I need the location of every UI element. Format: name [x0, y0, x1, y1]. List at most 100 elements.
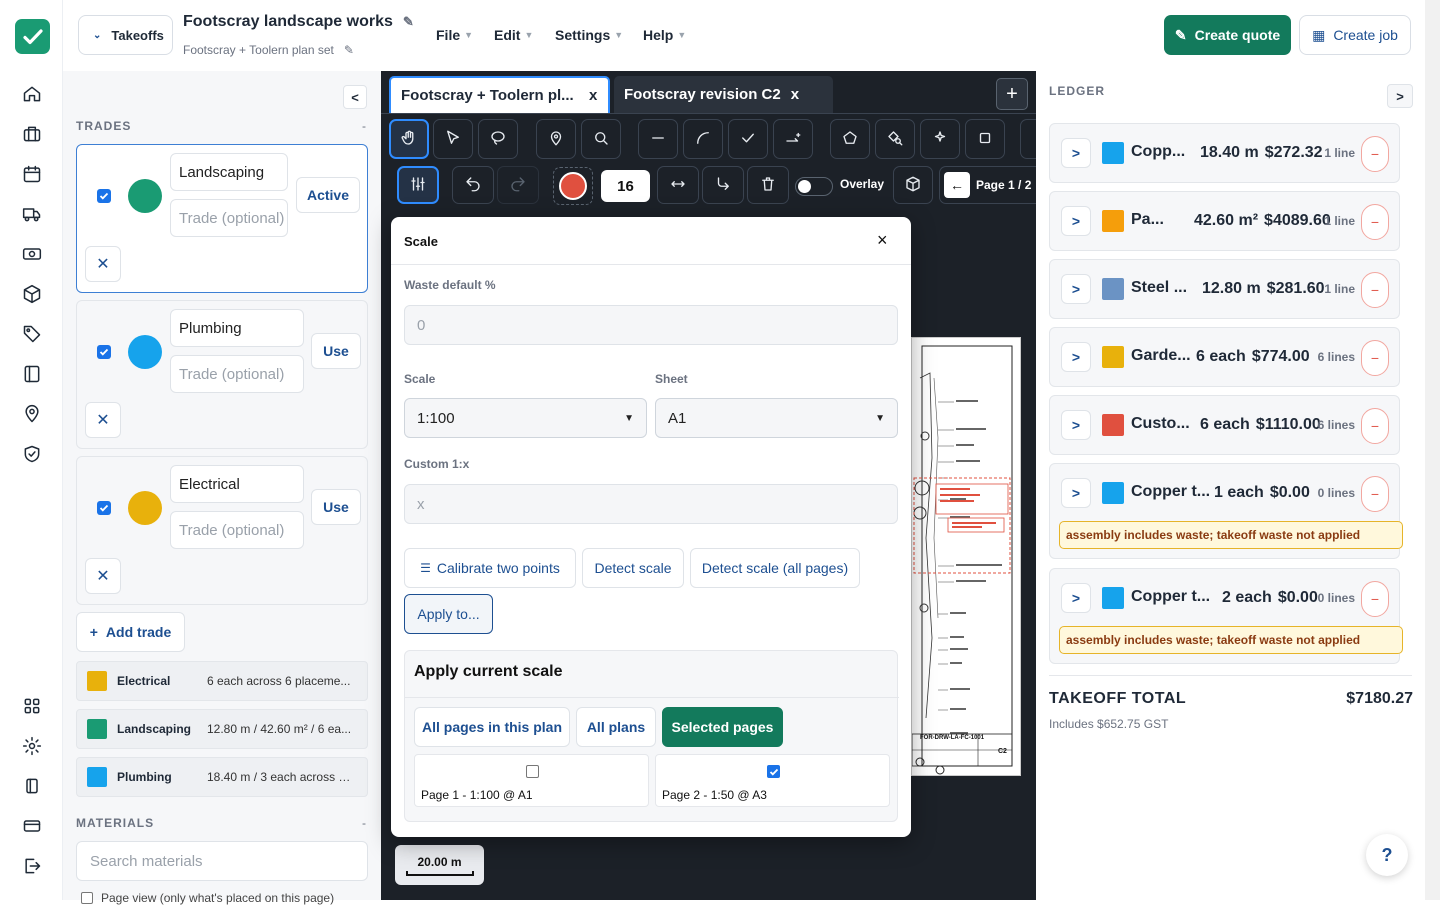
ledger-row[interactable]: > Copper t... 1 each $0.00 0 lines − assembly … — [1049, 463, 1403, 559]
apply-all-plans-button[interactable]: All plans — [576, 707, 656, 747]
delete-button[interactable] — [747, 166, 789, 204]
trade-card-plumbing[interactable]: Plumbing Trade (optional) Use ✕ — [76, 300, 368, 449]
trade-optional-input[interactable]: Trade (optional) — [170, 511, 304, 549]
trade-summary-row[interactable]: Plumbing 18.40 m / 3 each across 1... — [76, 757, 368, 797]
page-option-1[interactable]: Page 1 - 1:100 @ A1 — [414, 754, 649, 807]
box-icon[interactable] — [20, 282, 44, 306]
pin-tool[interactable] — [536, 119, 576, 159]
trade-color-swatch[interactable] — [128, 179, 162, 213]
apply-to-button[interactable]: Apply to... — [404, 594, 493, 634]
area-search-tool[interactable] — [875, 119, 915, 159]
menu-edit[interactable]: Edit ▼ — [494, 27, 533, 43]
trade-card-electrical[interactable]: Electrical Trade (optional) Use ✕ — [76, 456, 368, 605]
calendar-icon[interactable] — [20, 162, 44, 186]
expand-row-button[interactable]: > — [1061, 138, 1091, 168]
plan-sheet[interactable]: FOR-DRW-LA-FC-1001 C2 — [911, 337, 1021, 776]
trade-color-swatch[interactable] — [128, 335, 162, 369]
zoom-tool[interactable] — [581, 119, 621, 159]
select-tool[interactable] — [433, 119, 473, 159]
custom-scale-input[interactable]: x — [404, 484, 898, 524]
expand-row-button[interactable]: > — [1061, 583, 1091, 613]
materials-collapse-toggle[interactable]: - — [362, 816, 366, 830]
search-materials-input[interactable]: Search materials — [76, 841, 368, 881]
credit-card-icon[interactable] — [20, 814, 44, 838]
arc-tool[interactable] — [683, 119, 723, 159]
page-2-checkbox[interactable] — [767, 765, 780, 778]
add-trade-button[interactable]: + Add trade — [76, 612, 185, 652]
expand-row-button[interactable]: > — [1061, 206, 1091, 236]
area-polygon-tool[interactable] — [830, 119, 870, 159]
takeoffs-dropdown[interactable]: ⌄ Takeoffs — [78, 15, 173, 55]
trade-active-button[interactable]: Active — [296, 177, 360, 213]
tab-footscray-toolern[interactable]: Footscray + Toolern pl... x — [389, 76, 610, 113]
briefcase-icon[interactable] — [20, 122, 44, 146]
trade-optional-input[interactable]: Trade (optional) — [170, 355, 304, 393]
auto-detect-tool[interactable] — [920, 119, 960, 159]
cash-icon[interactable] — [20, 242, 44, 266]
trades-collapse-toggle[interactable]: - — [362, 119, 366, 133]
previous-page-arrow-icon[interactable]: ← — [944, 172, 970, 198]
check-tool[interactable] — [728, 119, 768, 159]
remove-trade-button[interactable]: ✕ — [85, 246, 121, 282]
home-icon[interactable] — [20, 82, 44, 106]
location-pin-icon[interactable] — [20, 402, 44, 426]
expand-row-button[interactable]: > — [1061, 478, 1091, 508]
3d-view-button[interactable] — [893, 166, 933, 204]
trade-name-input[interactable]: Electrical — [170, 465, 304, 503]
create-quote-button[interactable]: ✎ Create quote — [1164, 15, 1291, 55]
remove-row-button[interactable]: − — [1361, 340, 1389, 376]
trade-visible-checkbox[interactable] — [97, 345, 111, 359]
trade-visible-checkbox[interactable] — [97, 501, 111, 515]
detect-scale-all-pages-button[interactable]: Detect scale (all pages) — [690, 548, 860, 588]
waste-input[interactable]: 0 — [404, 305, 898, 345]
edit-title-pencil-icon[interactable]: ✎ — [403, 14, 414, 30]
remove-row-button[interactable]: − — [1361, 204, 1389, 240]
add-tab-button[interactable]: + — [996, 78, 1028, 110]
page-view-toggle[interactable]: Page view (only what's placed on this pa… — [81, 891, 334, 905]
truck-icon[interactable] — [20, 202, 44, 226]
more-tools-button[interactable] — [1020, 119, 1036, 159]
collapse-ledger-button[interactable]: > — [1387, 84, 1413, 108]
trade-use-button[interactable]: Use — [311, 333, 361, 369]
trade-use-button[interactable]: Use — [311, 489, 361, 525]
pan-hand-tool[interactable] — [389, 119, 429, 159]
scale-settings-tool[interactable] — [397, 166, 439, 204]
window-scrollbar[interactable] — [1425, 0, 1440, 900]
close-modal-icon[interactable]: × — [877, 230, 888, 251]
lasso-tool[interactable] — [478, 119, 518, 159]
trade-card-landscaping[interactable]: Landscaping Trade (optional) Active ✕ — [76, 144, 368, 293]
remove-row-button[interactable]: − — [1361, 581, 1389, 617]
ledger-row[interactable]: > Custo... 6 each $1110.00 6 lines − — [1049, 395, 1400, 455]
remove-row-button[interactable]: − — [1361, 272, 1389, 308]
remove-trade-button[interactable]: ✕ — [85, 558, 121, 594]
apply-all-pages-button[interactable]: All pages in this plan — [414, 707, 570, 747]
rectangle-tool[interactable] — [965, 119, 1005, 159]
apps-grid-icon[interactable] — [20, 694, 44, 718]
logout-icon[interactable] — [20, 854, 44, 878]
ledger-row[interactable]: > Steel ... 12.80 m $281.60 1 line − — [1049, 259, 1400, 319]
ledger-row[interactable]: > Pa... 42.60 m² $4089.60 1 line − — [1049, 191, 1400, 251]
expand-row-button[interactable]: > — [1061, 410, 1091, 440]
edit-plan-set-pencil-icon[interactable]: ✎ — [344, 43, 354, 57]
tag-icon[interactable] — [20, 322, 44, 346]
redo-button[interactable] — [497, 166, 539, 204]
polyline-tool[interactable] — [773, 119, 813, 159]
trade-name-input[interactable]: Plumbing — [170, 309, 304, 347]
tab-footscray-revision[interactable]: Footscray revision C2 x — [614, 76, 833, 113]
menu-settings[interactable]: Settings ▼ — [555, 27, 623, 43]
remove-row-button[interactable]: − — [1361, 476, 1389, 512]
ledger-row[interactable]: > Garde... 6 each $774.00 6 lines − — [1049, 327, 1400, 387]
trade-summary-row[interactable]: Electrical 6 each across 6 placeme... — [76, 661, 368, 701]
ledger-row[interactable]: > Copp... 18.40 m $272.32 1 line − — [1049, 123, 1400, 183]
page-option-2[interactable]: Page 2 - 1:50 @ A3 — [655, 754, 890, 807]
page-view-checkbox[interactable] — [81, 892, 93, 904]
overlay-toggle[interactable] — [795, 177, 833, 196]
tab-close-icon[interactable]: x — [791, 86, 799, 103]
collapse-panel-button[interactable]: < — [343, 85, 367, 109]
menu-file[interactable]: File ▼ — [436, 27, 473, 43]
remove-row-button[interactable]: − — [1361, 408, 1389, 444]
tab-close-icon[interactable]: x — [589, 87, 597, 104]
trade-visible-checkbox[interactable] — [97, 189, 111, 203]
continue-line-tool[interactable] — [702, 166, 744, 204]
sheet-select[interactable]: A1 ▼ — [655, 398, 898, 438]
